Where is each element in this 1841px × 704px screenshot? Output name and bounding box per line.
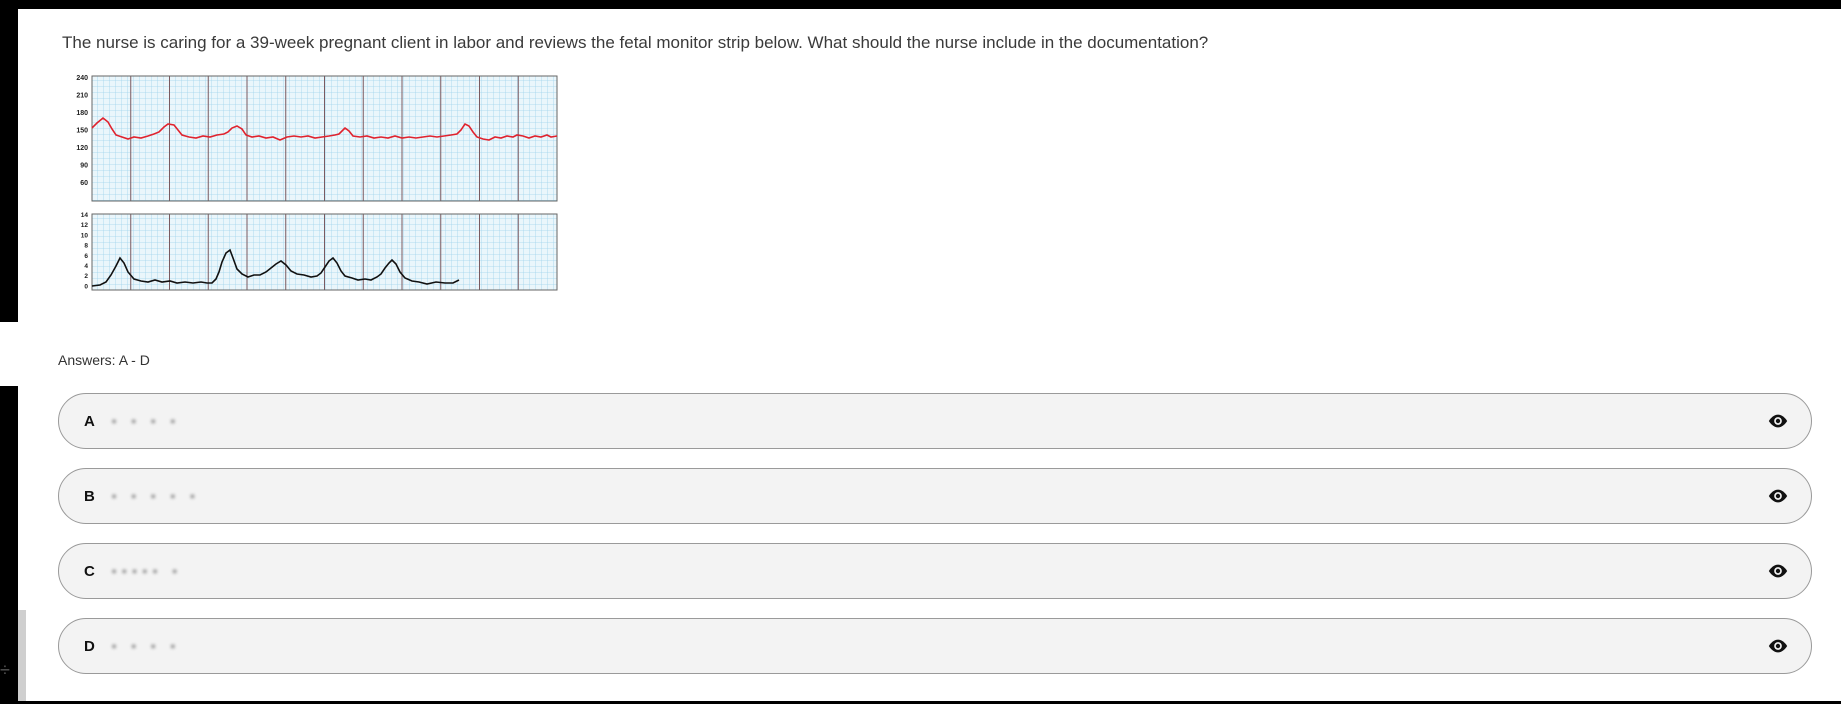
tick-label: 4 <box>84 263 88 270</box>
answer-option-d[interactable]: D ▪ ▪ ▪ ▪ <box>58 618 1812 674</box>
tick-label: 240 <box>76 75 88 82</box>
option-letter: B <box>84 488 95 505</box>
option-text: ▪ ▪ ▪ ▪ <box>112 639 182 653</box>
tick-label: 6 <box>84 253 88 260</box>
tick-label: 12 <box>81 222 89 229</box>
tick-label: 10 <box>81 232 89 239</box>
eye-icon[interactable] <box>1767 487 1789 505</box>
left-shadow <box>18 610 26 701</box>
eye-icon[interactable] <box>1767 562 1789 580</box>
tick-label: 0 <box>84 283 88 290</box>
eye-icon[interactable] <box>1767 637 1789 655</box>
tick-label: 8 <box>84 243 88 250</box>
fhr-panel: 240 210 180 150 120 90 60 <box>76 75 558 202</box>
tick-label: 14 <box>81 212 89 219</box>
uc-panel: 14 12 10 8 6 4 2 0 <box>81 212 558 291</box>
question-text: The nurse is caring for a 39-week pregna… <box>62 33 1209 52</box>
tick-label: 2 <box>84 273 88 280</box>
fetal-monitor-strip: 240 210 180 150 120 90 60 14 12 10 8 6 4 2 0 <box>76 75 558 291</box>
collapse-icon: ÷ <box>0 660 10 680</box>
tick-label: 210 <box>76 93 88 100</box>
option-text: ▪ ▪ ▪ ▪ ▪ <box>112 489 201 503</box>
tick-label: 180 <box>76 110 88 117</box>
option-text: ▪ ▪ ▪ ▪ <box>112 414 182 428</box>
tick-label: 60 <box>80 180 88 187</box>
tick-label: 120 <box>76 145 88 152</box>
option-letter: A <box>84 413 95 430</box>
eye-icon[interactable] <box>1767 412 1789 430</box>
option-letter: C <box>84 563 95 580</box>
answer-option-c[interactable]: C ▪▪▪▪▪ ▪ <box>58 543 1812 599</box>
answer-option-b[interactable]: B ▪ ▪ ▪ ▪ ▪ <box>58 468 1812 524</box>
sidebar-toggle[interactable]: ÷ <box>0 322 32 679</box>
tick-label: 90 <box>80 163 88 170</box>
tick-label: 150 <box>76 128 88 135</box>
answers-label: Answers: A - D <box>58 352 150 368</box>
option-text: ▪▪▪▪▪ ▪ <box>112 564 183 578</box>
option-letter: D <box>84 638 95 655</box>
answer-option-a[interactable]: A ▪ ▪ ▪ ▪ <box>58 393 1812 449</box>
